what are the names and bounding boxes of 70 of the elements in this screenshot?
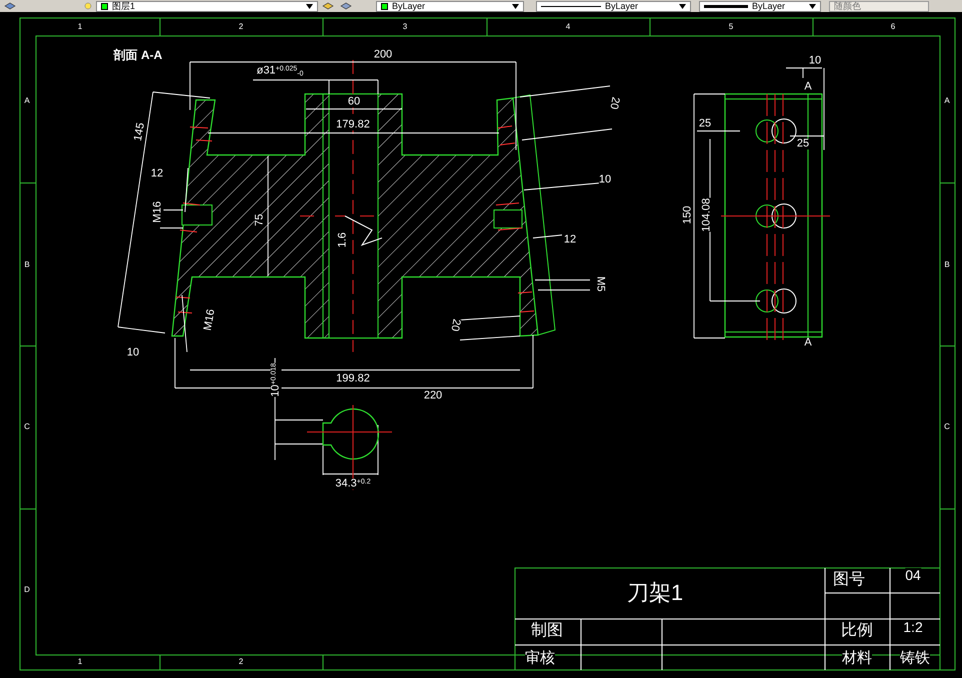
grid-label: C <box>944 423 950 431</box>
dimension-label: 34.3$^{+0.2}$ <box>335 478 371 490</box>
layers-icon[interactable] <box>4 2 16 10</box>
material-value: 铸铁 <box>900 650 930 666</box>
grid-label: 2 <box>238 658 244 666</box>
scale-value: 1:2 <box>903 620 923 634</box>
grid-label: C <box>24 423 30 431</box>
field-label: 比例 <box>841 623 873 639</box>
dimension-label: 220 <box>424 390 442 402</box>
dimension-label: 12 <box>564 234 576 246</box>
drawing-number: 04 <box>905 568 921 582</box>
field-label: 审核 <box>525 650 555 666</box>
dropdown-value: 随颜色 <box>834 2 861 10</box>
color-swatch-icon <box>101 2 108 10</box>
caret-icon <box>306 4 313 8</box>
lightbulb-icon <box>84 2 92 10</box>
lineweight-dropdown[interactable]: ByLayer <box>699 0 821 12</box>
dimension-label: M5 <box>594 276 606 292</box>
plot-style-dropdown[interactable]: 随颜色 <box>829 0 929 12</box>
field-label: 图号 <box>833 572 865 588</box>
grid-label: D <box>24 586 30 594</box>
dropdown-value: ByLayer <box>752 2 786 10</box>
grid-label: 1 <box>78 658 82 666</box>
caret-icon <box>809 4 816 8</box>
color-swatch-icon <box>381 2 388 10</box>
grid-label: 1 <box>78 23 82 31</box>
dropdown-value: ByLayer <box>605 2 640 10</box>
drawing-title: 刀架1 <box>626 582 684 604</box>
dimension-label: M16 <box>152 201 164 223</box>
dimension-label: 25 <box>698 118 712 130</box>
dimension-label: A <box>804 338 812 348</box>
caret-icon <box>512 4 519 8</box>
layer-dropdown[interactable]: 图层1 <box>96 0 318 12</box>
dimension-label: 75 <box>254 214 266 226</box>
color-dropdown[interactable]: ByLayer <box>376 0 524 12</box>
dimension-label: 60 <box>348 96 360 108</box>
dimension-label: 20 <box>448 318 462 332</box>
dimension-label: 10 <box>598 174 612 186</box>
section-title: 剖面 A-A <box>114 49 162 61</box>
grid-label: A <box>944 97 950 105</box>
layers-icon[interactable] <box>322 2 336 10</box>
dropdown-value: ByLayer <box>392 2 426 10</box>
grid-label: 4 <box>566 23 570 31</box>
grid-label: 6 <box>890 23 896 31</box>
dimension-label: 12 <box>150 168 164 180</box>
grid-label: B <box>24 261 30 269</box>
grid-label: A <box>24 97 30 105</box>
dimension-label: 20 <box>608 96 620 110</box>
dropdown-value: 图层1 <box>112 2 136 10</box>
dimension-label: 179.82 <box>336 120 370 130</box>
dimension-label: 10 <box>808 56 822 66</box>
linetype-dropdown[interactable]: ByLayer <box>536 0 691 12</box>
grid-label: 5 <box>728 23 734 31</box>
field-label: 制图 <box>531 623 563 639</box>
field-label: 材料 <box>842 650 872 666</box>
grid-label: 3 <box>402 23 408 31</box>
dimension-label: 1.6 <box>338 232 348 248</box>
dimension-label: 150 <box>682 206 694 224</box>
dimension-label: 145 <box>133 122 147 142</box>
layers-icon[interactable] <box>340 2 354 10</box>
dimension-label: 10 <box>126 348 140 358</box>
grid-label: 2 <box>238 23 244 31</box>
dimension-label: 104.08 <box>702 198 712 232</box>
dimension-label: A <box>804 82 812 92</box>
line-sample-icon <box>704 4 748 8</box>
dimension-label: 199.82 <box>336 374 370 384</box>
dimension-label: 25 <box>796 138 810 150</box>
caret-icon <box>679 4 686 8</box>
grid-label: B <box>944 261 950 269</box>
dimension-label: 200 <box>374 50 392 60</box>
